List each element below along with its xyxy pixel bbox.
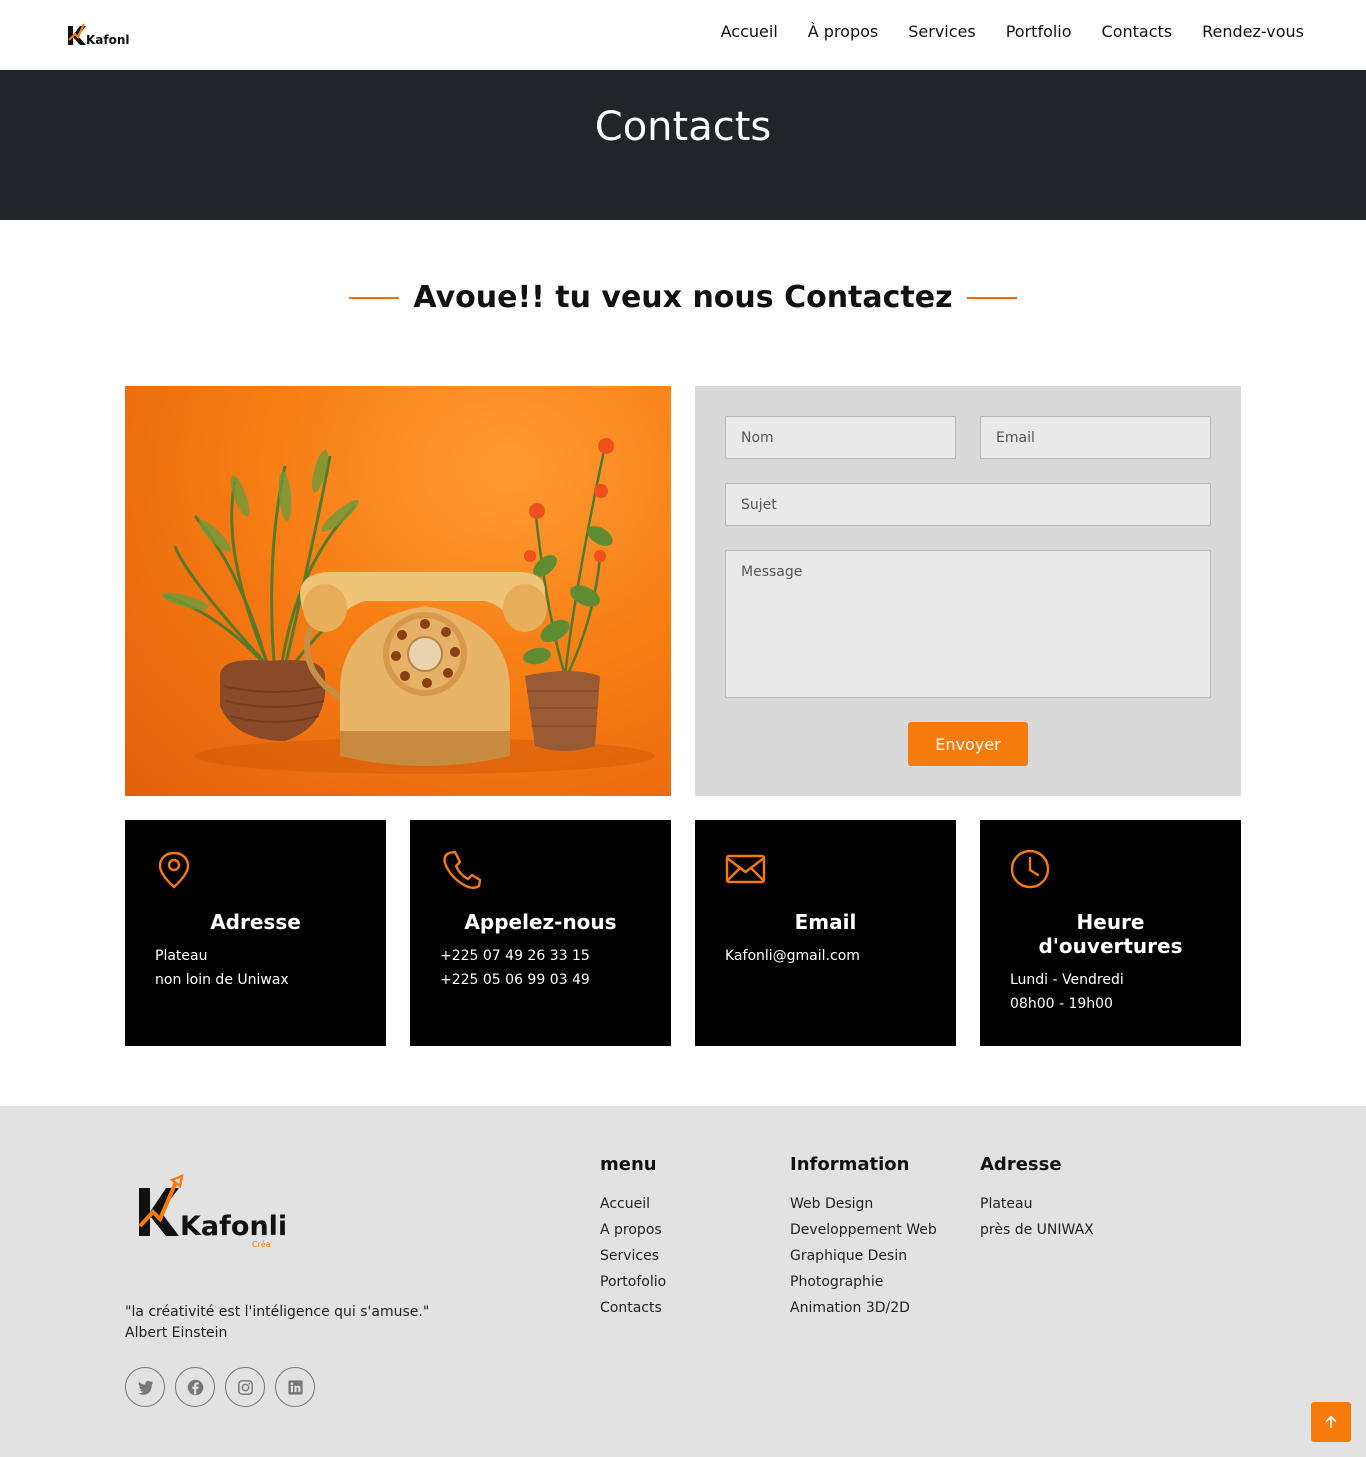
footer-address-line: près de UNIWAX [980,1222,1094,1238]
hours-card: Heure d'ouvertures Lundi - Vendredi 08h0… [980,820,1241,1046]
top-navbar: Kafonli Accueil À propos Services Portfo… [0,0,1366,70]
linkedin-icon [287,1379,303,1395]
footer-quote: "la créativité est l'intéligence qui s'a… [125,1302,429,1344]
email-input[interactable] [980,416,1211,459]
svg-text:Kafonli: Kafonli [180,1211,286,1242]
main-nav: Accueil À propos Services Portfolio Cont… [721,22,1304,41]
email-address: Kafonli@gmail.com [725,948,860,964]
map-pin-icon [155,848,197,890]
footer-link-a-propos[interactable]: A propos [600,1217,666,1243]
footer-link-photographie[interactable]: Photographie [790,1269,937,1295]
footer-menu-title: menu [600,1154,657,1175]
clock-icon [1010,848,1052,890]
section-title: Avoue!! tu veux nous Contactez [413,280,953,315]
section-heading: Avoue!! tu veux nous Contactez [0,280,1366,315]
footer-address: Adresse Plateau près de UNIWAX [980,1154,1094,1243]
facebook-icon [187,1379,203,1395]
instagram-icon [237,1379,253,1395]
svg-text:Kafonli: Kafonli [86,33,130,47]
footer-link-animation[interactable]: Animation 3D/2D [790,1295,937,1321]
contact-form: Envoyer [695,386,1241,796]
footer-link-graphique[interactable]: Graphique Desin [790,1243,937,1269]
nav-accueil[interactable]: Accueil [721,22,778,41]
twitter-icon [137,1380,153,1395]
phone-number: +225 07 49 26 33 15 [440,948,590,964]
brand-logo[interactable]: Kafonli [66,18,134,50]
facebook-link[interactable] [175,1367,215,1407]
nav-a-propos[interactable]: À propos [808,22,878,41]
card-title: Heure d'ouvertures [1038,910,1183,958]
back-to-top-button[interactable] [1311,1402,1351,1442]
contact-photo [125,386,671,796]
heading-divider-left [349,296,400,299]
quote-author: Albert Einstein [125,1325,228,1341]
phone-number: +225 05 06 99 03 49 [440,972,590,988]
envelope-icon [725,848,767,890]
quote-text: "la créativité est l'intéligence qui s'a… [125,1304,430,1320]
card-title: Email [794,910,857,934]
card-title: Appelez-nous [464,910,617,934]
phone-card: Appelez-nous +225 07 49 26 33 15 +225 05… [410,820,671,1046]
message-textarea[interactable] [725,550,1211,698]
page-hero: Contacts [0,70,1366,220]
footer-information-title: Information [790,1154,910,1175]
footer-link-web-design[interactable]: Web Design [790,1191,937,1217]
address-card: Adresse Plateau non loin de Uniwax [125,820,386,1046]
instagram-link[interactable] [225,1367,265,1407]
footer-link-dev-web[interactable]: Developpement Web [790,1217,937,1243]
subject-input[interactable] [725,483,1211,526]
arrow-up-icon [1325,1415,1337,1429]
social-links [125,1367,315,1407]
site-footer: Kafonli Créa "la créativité est l'intéli… [0,1106,1366,1457]
footer-menu: menu Accueil A propos Services Portofoli… [600,1154,666,1321]
footer-address-line: Plateau [980,1196,1033,1212]
nav-portfolio[interactable]: Portfolio [1006,22,1072,41]
card-line: 08h00 - 19h00 [1010,996,1113,1012]
card-title: Adresse [210,910,301,934]
nav-services[interactable]: Services [908,22,975,41]
phone-icon [440,848,482,890]
footer-address-title: Adresse [980,1154,1062,1175]
footer-information: Information Web Design Developpement Web… [790,1154,937,1321]
nav-contacts[interactable]: Contacts [1102,22,1173,41]
heading-divider-right [966,296,1017,299]
svg-text:Créa: Créa [252,1239,271,1249]
footer-link-accueil[interactable]: Accueil [600,1191,666,1217]
card-line: Lundi - Vendredi [1010,972,1124,988]
card-line: Plateau [155,948,208,964]
email-card: Email Kafonli@gmail.com [695,820,956,1046]
page-title: Contacts [594,104,772,150]
footer-logo[interactable]: Kafonli Créa [136,1174,287,1254]
footer-link-contacts[interactable]: Contacts [600,1295,666,1321]
send-button[interactable]: Envoyer [908,722,1028,766]
footer-link-services[interactable]: Services [600,1243,666,1269]
linkedin-link[interactable] [275,1367,315,1407]
twitter-link[interactable] [125,1367,165,1407]
nav-rendez-vous[interactable]: Rendez-vous [1202,22,1304,41]
name-input[interactable] [725,416,956,459]
card-line: non loin de Uniwax [155,972,289,988]
footer-link-portofolio[interactable]: Portofolio [600,1269,666,1295]
